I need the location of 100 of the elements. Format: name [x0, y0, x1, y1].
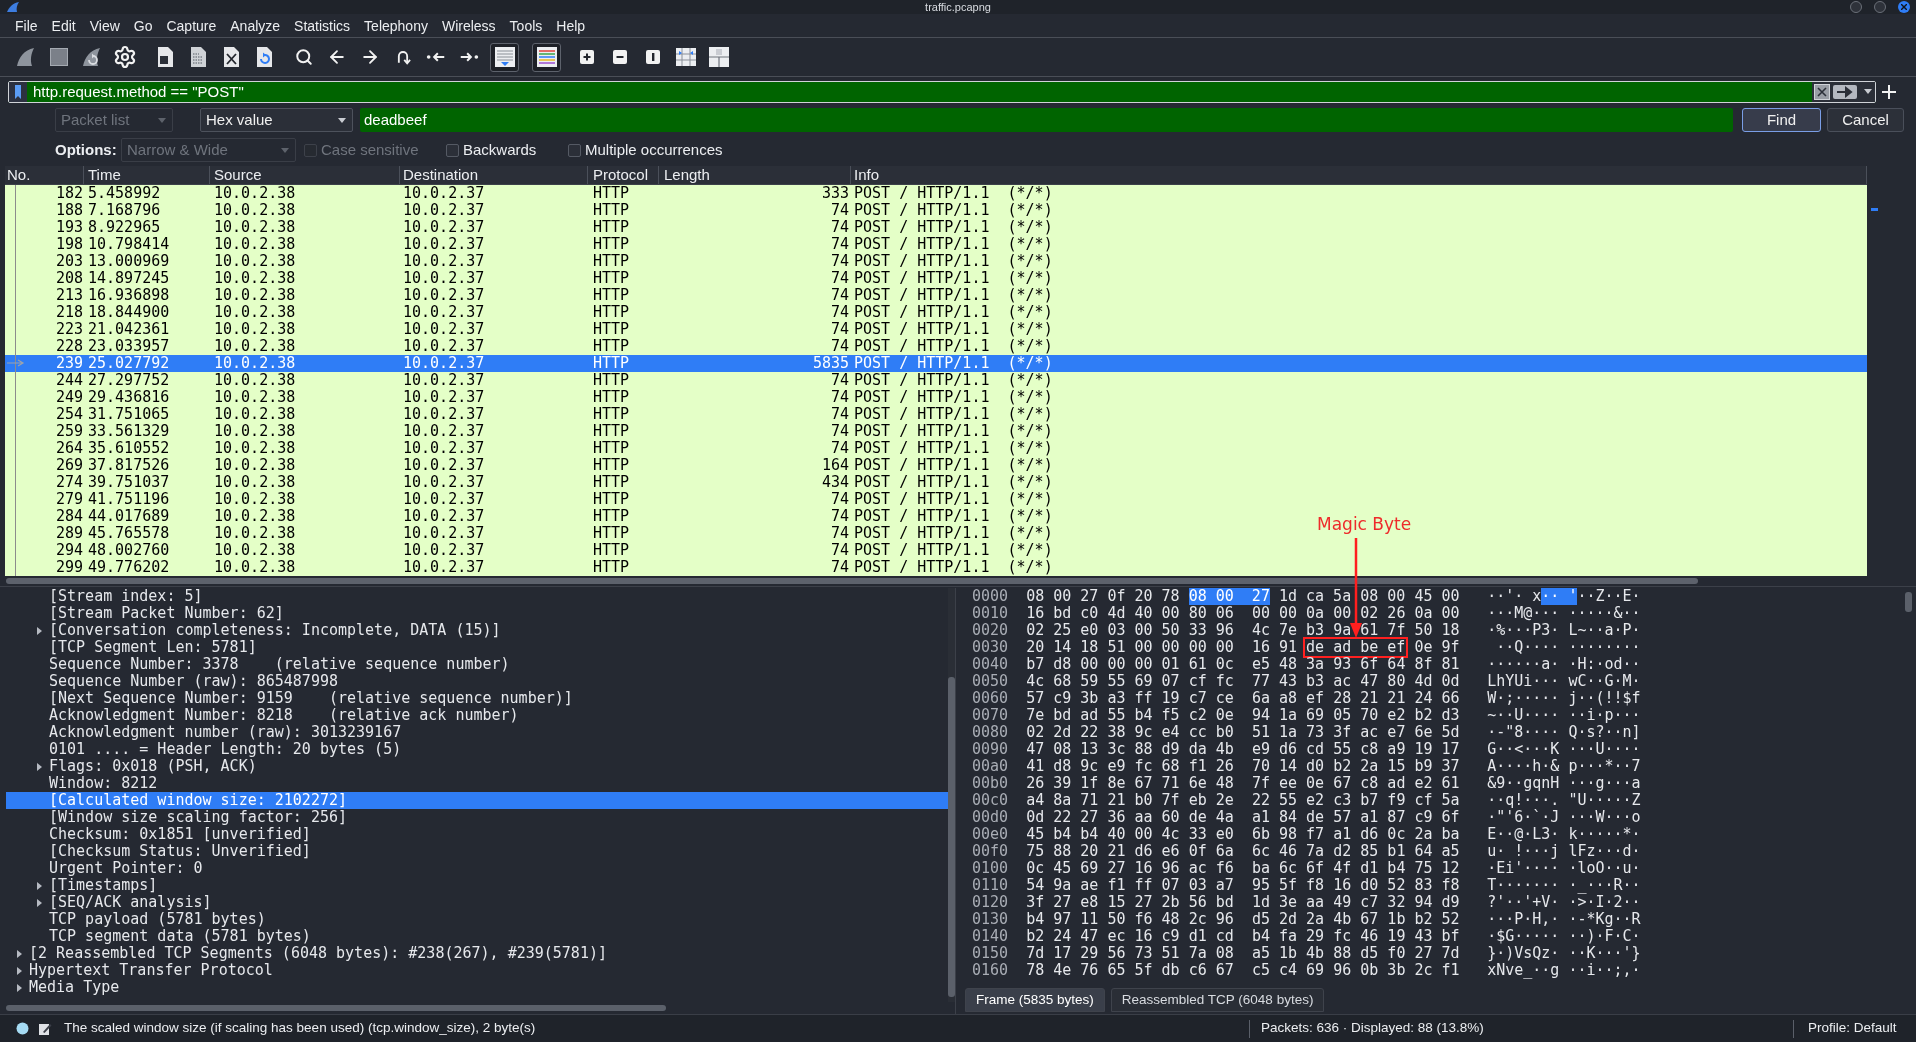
packet-row[interactable]: 254 31.751065 10.0.2.38 10.0.2.37 HTTP 74 POST / HTTP/1.1 (*/*) [5, 406, 1867, 423]
packet-row[interactable]: 244 27.297752 10.0.2.38 10.0.2.37 HTTP 74 POST / HTTP/1.1 (*/*) [5, 372, 1867, 389]
display-filter-field[interactable]: http.request.method == "POST" [8, 80, 1876, 103]
caret-right-icon[interactable] [35, 881, 43, 890]
menu-item[interactable]: Capture [159, 15, 224, 36]
tree-item[interactable]: [Calculated window size: 2102272] [6, 792, 948, 809]
autoscroll-button[interactable] [490, 42, 519, 72]
menu-item[interactable]: Help [549, 15, 593, 36]
caret-right-icon[interactable] [35, 626, 43, 635]
scrollbar-thumb[interactable] [1904, 592, 1912, 612]
menu-item[interactable]: Go [126, 15, 160, 36]
close-button[interactable] [1898, 1, 1910, 13]
tree-item[interactable]: [Next Sequence Number: 9159 (relative sequence number)] [49, 690, 573, 707]
packet-row[interactable]: 294 48.002760 10.0.2.38 10.0.2.37 HTTP 74 POST / HTTP/1.1 (*/*) [5, 542, 1867, 559]
menu-item[interactable]: Statistics [287, 15, 358, 36]
packet-row[interactable]: 228 23.033957 10.0.2.38 10.0.2.37 HTTP 74 POST / HTTP/1.1 (*/*) [5, 338, 1867, 355]
pane-layout-icon[interactable] [707, 45, 731, 69]
minimize-button[interactable] [1850, 1, 1862, 13]
tree-item[interactable]: [Checksum Status: Unverified] [49, 843, 311, 860]
column-header[interactable]: No. [7, 166, 31, 184]
tree-item[interactable]: Flags: 0x018 (PSH, ACK) [35, 758, 257, 775]
column-header[interactable]: Destination [403, 166, 479, 184]
settings-icon[interactable] [113, 45, 137, 69]
tree-item[interactable]: [TCP Segment Len: 5781] [49, 639, 257, 656]
clear-icon[interactable] [1814, 83, 1830, 100]
profile-label[interactable]: Profile: Default [1808, 1018, 1897, 1039]
scrollbar-thumb[interactable] [6, 578, 1698, 584]
packet-row[interactable]: 264 35.610552 10.0.2.38 10.0.2.37 HTTP 74 POST / HTTP/1.1 (*/*) [5, 440, 1867, 457]
packet-row[interactable]: 188 7.168796 10.0.2.38 10.0.2.37 HTTP 74 POST / HTTP/1.1 (*/*) [5, 202, 1867, 219]
caret-right-icon[interactable] [35, 762, 43, 771]
column-header[interactable]: Time [88, 166, 121, 184]
search-field[interactable]: deadbeef [360, 108, 1733, 132]
tree-item[interactable]: 0101 .... = Header Length: 20 bytes (5) [49, 741, 402, 758]
packet-row[interactable]: 249 29.436816 10.0.2.38 10.0.2.37 HTTP 74 POST / HTTP/1.1 (*/*) [5, 389, 1867, 406]
checkbox[interactable] [568, 143, 581, 157]
menu-item[interactable]: Tools [502, 15, 550, 36]
menu-item[interactable]: Wireless [434, 15, 503, 36]
tree-item[interactable]: Hypertext Transfer Protocol [15, 962, 273, 979]
checkbox[interactable] [446, 143, 459, 157]
packet-row[interactable]: 269 37.817526 10.0.2.38 10.0.2.37 HTTP 164 POST / HTTP/1.1 (*/*) [5, 457, 1867, 474]
resize-columns-icon[interactable] [674, 45, 698, 69]
menu-item[interactable]: View [82, 15, 127, 36]
tree-item[interactable]: TCP segment data (5781 bytes) [49, 928, 311, 945]
packet-row[interactable]: 193 8.922965 10.0.2.38 10.0.2.37 HTTP 74 POST / HTTP/1.1 (*/*) [5, 219, 1867, 236]
tree-item[interactable]: Acknowledgment Number: 8218 (relative ack number) [49, 707, 519, 724]
scrollbar-thumb[interactable] [948, 677, 955, 997]
packet-row[interactable]: 213 16.936898 10.0.2.38 10.0.2.37 HTTP 74 POST / HTTP/1.1 (*/*) [5, 287, 1867, 304]
packet-row[interactable]: 259 33.561329 10.0.2.38 10.0.2.37 HTTP 74 POST / HTTP/1.1 (*/*) [5, 423, 1867, 440]
packet-row[interactable]: 182 5.458992 10.0.2.38 10.0.2.37 HTTP 333 POST / HTTP/1.1 (*/*) [5, 185, 1867, 202]
maximize-button[interactable] [1874, 1, 1886, 13]
menu-item[interactable]: Analyze [223, 15, 288, 36]
column-header[interactable]: Info [854, 166, 880, 184]
cancel-button[interactable]: Cancel [1827, 108, 1904, 132]
dropdown[interactable]: Hex value [200, 108, 353, 132]
packet-row[interactable]: 239 25.027792 10.0.2.38 10.0.2.37 HTTP 5835 POST / HTTP/1.1 (*/*) [5, 355, 1867, 372]
column-header[interactable]: Source [214, 166, 262, 184]
tree-item[interactable]: [Stream index: 5] [49, 588, 203, 605]
caret-right-icon[interactable] [15, 966, 23, 975]
tree-item[interactable]: [Window size scaling factor: 256] [49, 809, 347, 826]
packet-row[interactable]: 279 41.751196 10.0.2.38 10.0.2.37 HTTP 74 POST / HTTP/1.1 (*/*) [5, 491, 1867, 508]
packet-row[interactable]: 208 14.897245 10.0.2.38 10.0.2.37 HTTP 74 POST / HTTP/1.1 (*/*) [5, 270, 1867, 287]
packet-row[interactable]: 218 18.844900 10.0.2.38 10.0.2.37 HTTP 74 POST / HTTP/1.1 (*/*) [5, 304, 1867, 321]
status-indicator-icon[interactable] [16, 1022, 29, 1035]
tree-item[interactable]: Urgent Pointer: 0 [49, 860, 203, 877]
packet-row[interactable]: 223 21.042361 10.0.2.38 10.0.2.37 HTTP 74 POST / HTTP/1.1 (*/*) [5, 321, 1867, 338]
column-header[interactable]: Length [664, 166, 710, 184]
packet-row[interactable]: 274 39.751037 10.0.2.38 10.0.2.37 HTTP 434 POST / HTTP/1.1 (*/*) [5, 474, 1867, 491]
packet-row[interactable]: 198 10.798414 10.0.2.38 10.0.2.37 HTTP 74 POST / HTTP/1.1 (*/*) [5, 236, 1867, 253]
tab[interactable]: Reassembled TCP (6048 bytes) [1110, 988, 1325, 1012]
packet-row[interactable]: 299 49.776202 10.0.2.38 10.0.2.37 HTTP 74 POST / HTTP/1.1 (*/*) [5, 559, 1867, 576]
caret-icon[interactable] [1864, 89, 1872, 94]
tree-item[interactable]: TCP payload (5781 bytes) [49, 911, 266, 928]
plus-icon[interactable] [1882, 84, 1896, 99]
caret-right-icon[interactable] [15, 949, 23, 958]
tree-item[interactable]: [Timestamps] [35, 877, 158, 894]
search-icon[interactable] [295, 48, 313, 66]
bookmark-icon[interactable] [9, 81, 27, 102]
tab[interactable]: Frame (5835 bytes) [965, 988, 1105, 1012]
tree-item[interactable]: Sequence Number: 3378 (relative sequence number) [49, 656, 510, 673]
packet-row[interactable]: 203 13.000969 10.0.2.38 10.0.2.37 HTTP 74 POST / HTTP/1.1 (*/*) [5, 253, 1867, 270]
edit-note-icon[interactable] [38, 1021, 52, 1036]
tree-item[interactable]: [Conversation completeness: Incomplete, DATA (15)] [35, 622, 501, 639]
tree-item[interactable]: [SEQ/ACK analysis] [35, 894, 212, 911]
tree-item[interactable]: [2 Reassembled TCP Segments (6048 bytes): #238(267), #239(5781)] [15, 945, 607, 962]
tree-item[interactable]: Checksum: 0x1851 [unverified] [49, 826, 311, 843]
menu-item[interactable]: Telephony [357, 15, 435, 36]
stop-icon[interactable] [47, 45, 71, 69]
tree-item[interactable]: Sequence Number (raw): 865487998 [49, 673, 338, 690]
tree-item[interactable]: Acknowledgment number (raw): 3013239167 [49, 724, 402, 741]
menu-item[interactable]: Edit [44, 15, 83, 36]
caret-right-icon[interactable] [15, 983, 23, 992]
colorize-button[interactable] [532, 42, 561, 72]
caret-right-icon[interactable] [35, 898, 43, 907]
tree-item[interactable]: [Stream Packet Number: 62] [49, 605, 284, 622]
menu-item[interactable]: File [8, 15, 45, 36]
tree-item[interactable]: Window: 8212 [49, 775, 158, 792]
find-button[interactable]: Find [1742, 108, 1821, 132]
scrollbar-thumb[interactable] [6, 1005, 666, 1011]
column-header[interactable]: Protocol [593, 166, 649, 184]
tree-item[interactable]: Media Type [15, 979, 120, 996]
